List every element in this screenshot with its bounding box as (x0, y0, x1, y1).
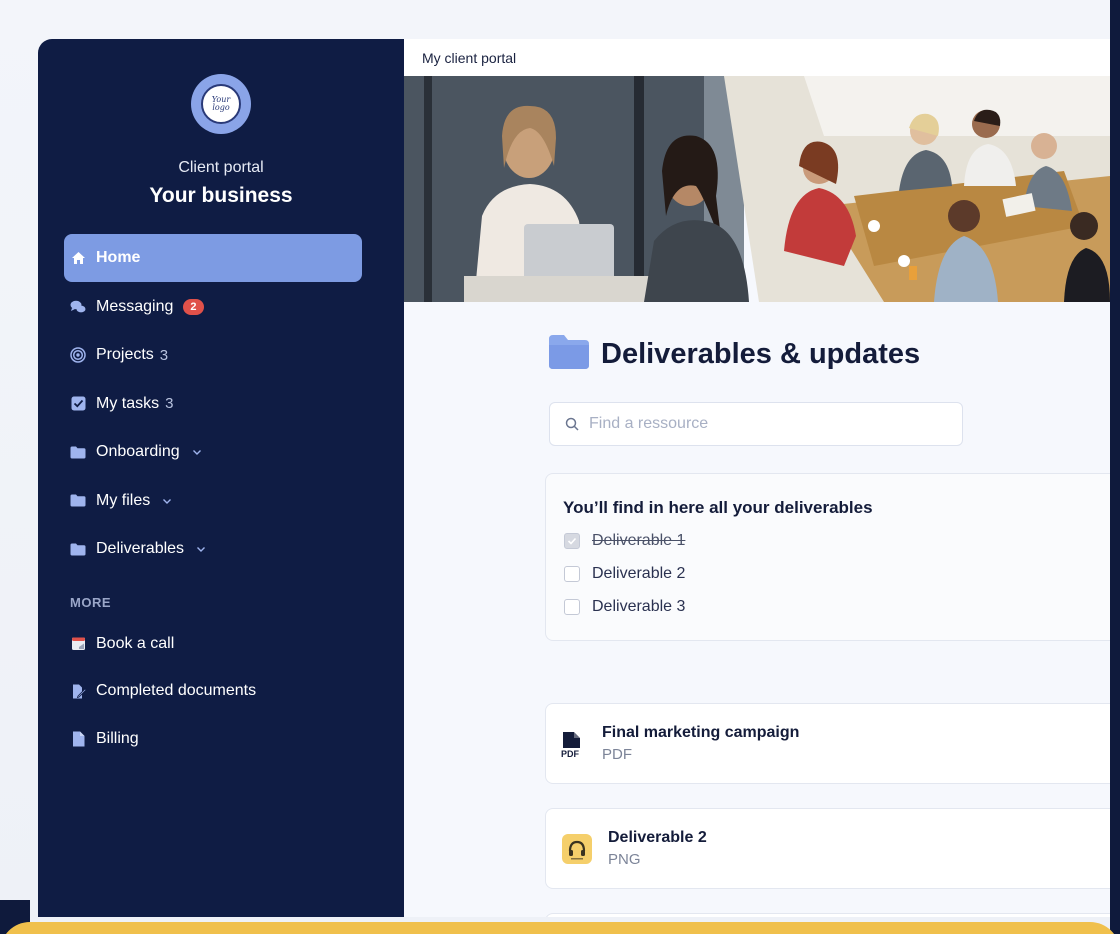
file-name: Final marketing campaign (602, 724, 800, 741)
sidebar-item-label: Home (96, 249, 141, 266)
search-input[interactable] (587, 414, 951, 434)
app-window: Your logo Client portal Your business Ho… (38, 39, 1110, 917)
file-row[interactable]: PDF Final marketing campaign PDF (545, 703, 1110, 784)
sidebar-item-label: My files (96, 491, 151, 509)
folder-icon (70, 493, 86, 509)
checkbox-icon (70, 396, 86, 412)
sidebar-item-home[interactable]: Home (64, 234, 362, 282)
target-icon (70, 347, 86, 363)
logo: Your logo (191, 74, 251, 134)
sidebar-item-label: My tasks (96, 394, 160, 412)
sidebar: Your logo Client portal Your business Ho… (38, 39, 404, 917)
checklist-item[interactable]: Deliverable 3 (564, 598, 685, 616)
checklist-item[interactable]: Deliverable 2 (564, 565, 685, 583)
portal-label: Client portal (178, 159, 264, 176)
sidebar-nav: Home Messaging 2 Projects 3 My tasks 3 O… (64, 234, 362, 574)
page-heading: Deliverables & updates (549, 335, 920, 374)
item-count: 3 (165, 395, 174, 412)
chevron-down-icon[interactable] (162, 496, 172, 506)
checklist-item[interactable]: Deliverable 1 (564, 532, 685, 550)
sidebar-item-my-tasks[interactable]: My tasks 3 (64, 380, 362, 428)
sidebar-item-projects[interactable]: Projects 3 (64, 331, 362, 379)
business-name: Your business (149, 184, 293, 207)
folder-icon (70, 444, 86, 460)
chat-icon (70, 299, 86, 315)
sidebar-item-deliverables[interactable]: Deliverables (64, 525, 362, 573)
pdf-file-icon: PDF (561, 732, 585, 763)
sidebar-item-my-files[interactable]: My files (64, 477, 362, 525)
sidebar-item-label: Messaging (96, 297, 174, 315)
sidebar-item-completed-documents[interactable]: Completed documents (64, 668, 362, 715)
file-row-partial[interactable] (545, 913, 1110, 917)
document-icon (70, 731, 86, 747)
calendar-icon (70, 636, 86, 652)
checklist-item-label: Deliverable 2 (592, 565, 686, 582)
main-content: My client portal Deliverables & updates … (404, 39, 1110, 917)
file-type: PDF (602, 746, 632, 763)
logo-mark: Your logo (201, 84, 241, 124)
image-thumbnail-icon (561, 833, 593, 870)
topbar: My client portal (404, 39, 1110, 76)
more-section-label: MORE (70, 595, 111, 610)
checklist-title: You’ll find in here all your deliverable… (563, 498, 873, 517)
deliverables-checklist: You’ll find in here all your deliverable… (545, 473, 1110, 641)
checkbox[interactable] (564, 599, 580, 615)
item-count: 3 (159, 346, 169, 364)
checkbox-checked[interactable] (564, 533, 580, 549)
sidebar-item-label: Book a call (96, 634, 175, 652)
page-title: Deliverables & updates (601, 338, 921, 370)
sidebar-item-label: Projects (96, 346, 154, 363)
sidebar-item-messaging[interactable]: Messaging 2 (64, 283, 362, 331)
chevron-down-icon[interactable] (196, 544, 206, 554)
sidebar-item-book-a-call[interactable]: Book a call (64, 620, 362, 667)
chevron-down-icon[interactable] (192, 447, 202, 457)
banner-image (404, 76, 1110, 302)
logo-text: Your logo (211, 95, 231, 112)
sidebar-item-label: Billing (96, 729, 139, 747)
file-name: Deliverable 2 (608, 829, 707, 846)
folder-icon (549, 335, 589, 374)
sidebar-item-billing[interactable]: Billing (64, 715, 362, 762)
checklist-item-label: Deliverable 3 (592, 598, 686, 615)
unread-badge: 2 (183, 298, 204, 315)
sidebar-item-label: Onboarding (96, 443, 180, 460)
bottom-banner (0, 922, 1120, 934)
checklist-item-label: Deliverable 1 (592, 532, 686, 549)
home-icon (70, 250, 86, 266)
search-icon (565, 417, 579, 431)
checkbox[interactable] (564, 566, 580, 582)
signed-document-icon (70, 683, 86, 699)
sidebar-item-label: Deliverables (96, 540, 185, 557)
page-breadcrumb: My client portal (422, 49, 517, 66)
file-row[interactable]: Deliverable 2 PNG (545, 808, 1110, 889)
pdf-icon-label: PDF (561, 749, 580, 758)
search-box[interactable] (549, 402, 963, 446)
file-type: PNG (608, 851, 641, 868)
sidebar-item-label: Completed documents (96, 682, 257, 699)
folder-icon (70, 541, 86, 557)
right-edge (1110, 0, 1120, 934)
sidebar-more-nav: Book a call Completed documents Billing (64, 620, 362, 763)
sidebar-item-onboarding[interactable]: Onboarding (64, 428, 362, 476)
screen: Your logo Client portal Your business Ho… (0, 0, 1120, 934)
